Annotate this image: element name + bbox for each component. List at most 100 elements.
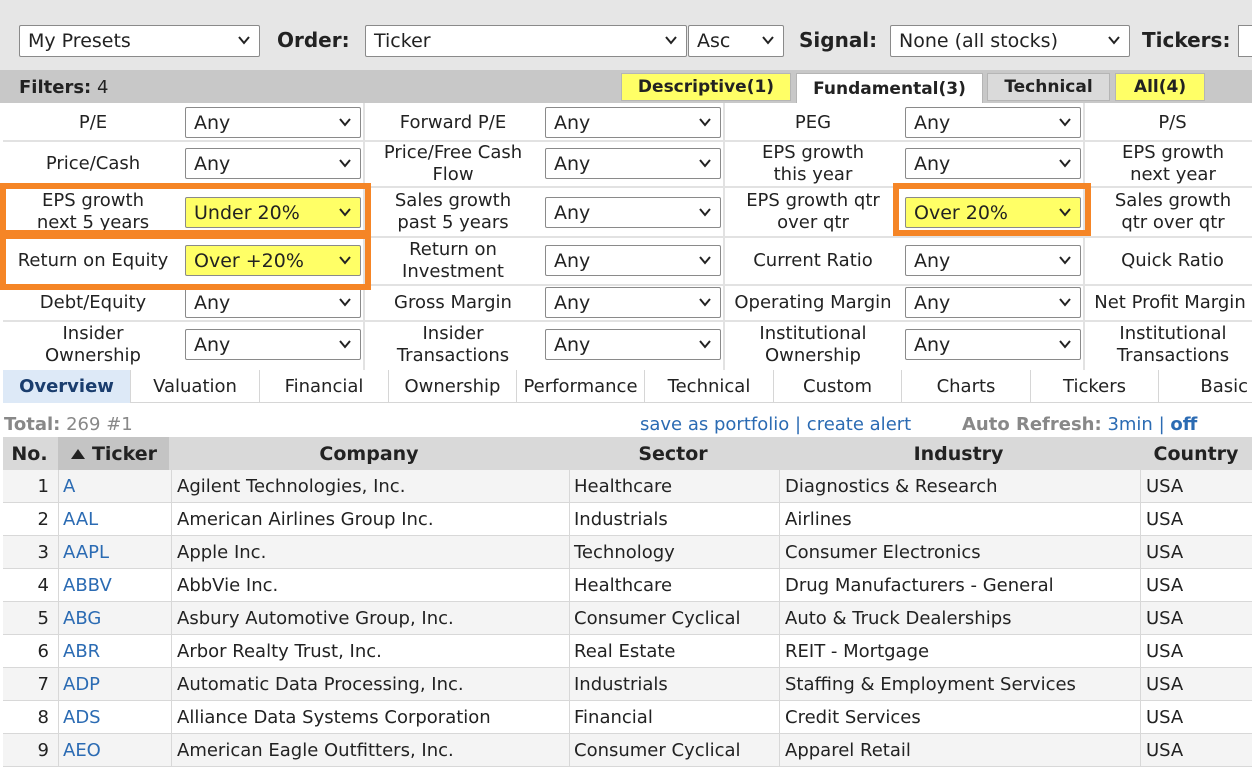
chevron-down-icon [1059,298,1071,307]
table-row[interactable]: 1 A Agilent Technologies, Inc. Healthcare Di… [3,470,1252,503]
order-direction-select[interactable]: Asc [688,25,784,57]
col-header-industry[interactable]: Industry [779,437,1138,470]
chevron-down-icon [339,159,351,168]
tab-ownership[interactable]: Ownership [389,370,517,403]
table-row[interactable]: 4 ABBV AbbVie Inc. Healthcare Drug Manufactu… [3,569,1252,602]
cell-sector: Industrials [569,668,777,700]
cell-company: AbbVie Inc. [171,569,567,601]
tab-descriptive[interactable]: Descriptive(1) [621,73,791,101]
filter-price-cash-select[interactable]: Any [185,148,361,179]
link-separator: | [1158,414,1165,435]
filter-debt-equity-select[interactable]: Any [185,287,361,318]
tab-technical-view[interactable]: Technical [645,370,774,403]
col-header-country[interactable]: Country [1140,437,1252,470]
filter-operating-margin-select[interactable]: Any [905,287,1081,318]
col-header-ticker[interactable]: Ticker [58,437,169,470]
tab-basic[interactable]: Basic [1159,370,1252,403]
auto-refresh-value[interactable]: 3min [1107,414,1152,435]
col-header-company[interactable]: Company [171,437,567,470]
ticker-link[interactable]: ABG [58,602,169,634]
ticker-link[interactable]: ADP [58,668,169,700]
tab-custom[interactable]: Custom [774,370,902,403]
tab-valuation[interactable]: Valuation [131,370,260,403]
filter-value: Any [914,112,951,134]
cell-no: 6 [37,640,49,662]
filter-price-fcf-select[interactable]: Any [545,148,721,179]
cell-industry: Apparel Retail [779,734,1138,766]
cell-no: 3 [37,541,49,563]
col-header-no[interactable]: No. [3,437,56,470]
cell-sector: Consumer Cyclical [569,734,777,766]
filter-value: Any [554,250,591,272]
filter-institutional-ownership-select[interactable]: Any [905,329,1081,360]
tab-performance[interactable]: Performance [517,370,645,403]
filter-roi-select[interactable]: Any [545,245,721,276]
ticker-link[interactable]: ABR [58,635,169,667]
tab-all[interactable]: All(4) [1115,73,1205,101]
cell-sector: Financial [569,701,777,733]
tickers-input[interactable] [1238,25,1252,57]
filter-forward-pe-select[interactable]: Any [545,107,721,138]
filter-insider-transactions-select[interactable]: Any [545,329,721,360]
tab-technical[interactable]: Technical [987,73,1110,101]
filter-sales-past-5y-select[interactable]: Any [545,197,721,228]
table-row[interactable]: 8 ADS Alliance Data Systems Corporation Fin… [3,701,1252,734]
table-row[interactable]: 6 ABR Arbor Realty Trust, Inc. Real Estate R… [3,635,1252,668]
annotation-box [0,233,371,290]
create-alert-link[interactable]: create alert [807,414,911,435]
ticker-link[interactable]: AEO [58,734,169,766]
auto-refresh-off[interactable]: off [1170,414,1197,435]
order-select[interactable]: Ticker [365,25,687,57]
cell-country: USA [1140,470,1252,502]
filter-label-current-ratio: Current Ratio [753,250,873,271]
ticker-link[interactable]: A [58,470,169,502]
tab-charts[interactable]: Charts [902,370,1031,403]
filter-peg-select[interactable]: Any [905,107,1081,138]
cell-country: USA [1140,569,1252,601]
ticker-link[interactable]: AAPL [58,536,169,568]
cell-industry: Staffing & Employment Services [779,668,1138,700]
filter-value: Any [554,334,591,356]
ticker-link[interactable]: ADS [58,701,169,733]
filter-eps-this-year-select[interactable]: Any [905,148,1081,179]
cell-industry: Credit Services [779,701,1138,733]
chevron-down-icon [1059,159,1071,168]
cell-country: USA [1140,734,1252,766]
col-header-sector[interactable]: Sector [569,437,777,470]
filter-pe-select[interactable]: Any [185,107,361,138]
annotation-box [893,183,1091,236]
tab-overview[interactable]: Overview [3,370,131,403]
cell-company: Asbury Automotive Group, Inc. [171,602,567,634]
tab-tickers[interactable]: Tickers [1031,370,1159,403]
filter-insider-ownership-select[interactable]: Any [185,329,361,360]
chevron-down-icon [339,298,351,307]
cell-company: Apple Inc. [171,536,567,568]
table-row[interactable]: 3 AAPL Apple Inc. Technology Consumer Electr… [3,536,1252,569]
ticker-link[interactable]: AAL [58,503,169,535]
signal-label: Signal: [799,28,878,52]
cell-country: USA [1140,701,1252,733]
order-label: Order: [277,28,350,52]
filter-gross-margin-select[interactable]: Any [545,287,721,318]
tab-fundamental[interactable]: Fundamental(3) [796,73,983,103]
ticker-link[interactable]: ABBV [58,569,169,601]
filter-current-ratio-select[interactable]: Any [905,245,1081,276]
cell-sector: Healthcare [569,470,777,502]
auto-refresh: Auto Refresh: 3min | off [962,414,1197,435]
cell-no: 1 [37,475,49,497]
tab-financial[interactable]: Financial [260,370,389,403]
cell-sector: Industrials [569,503,777,535]
table-row[interactable]: 7 ADP Automatic Data Processing, Inc. Indus… [3,668,1252,701]
presets-select[interactable]: My Presets [19,25,260,57]
chevron-down-icon [339,340,351,349]
cell-country: USA [1140,536,1252,568]
table-row[interactable]: 5 ABG Asbury Automotive Group, Inc. Consume… [3,602,1252,635]
filter-value: Any [194,112,231,134]
signal-select[interactable]: None (all stocks) [890,25,1130,57]
cell-no: 5 [37,607,49,629]
portfolio-links: save as portfolio | create alert [640,414,911,435]
save-portfolio-link[interactable]: save as portfolio [640,414,789,435]
cell-company: Arbor Realty Trust, Inc. [171,635,567,667]
filter-value: Any [194,334,231,356]
table-row[interactable]: 2 AAL American Airlines Group Inc. Industri… [3,503,1252,536]
